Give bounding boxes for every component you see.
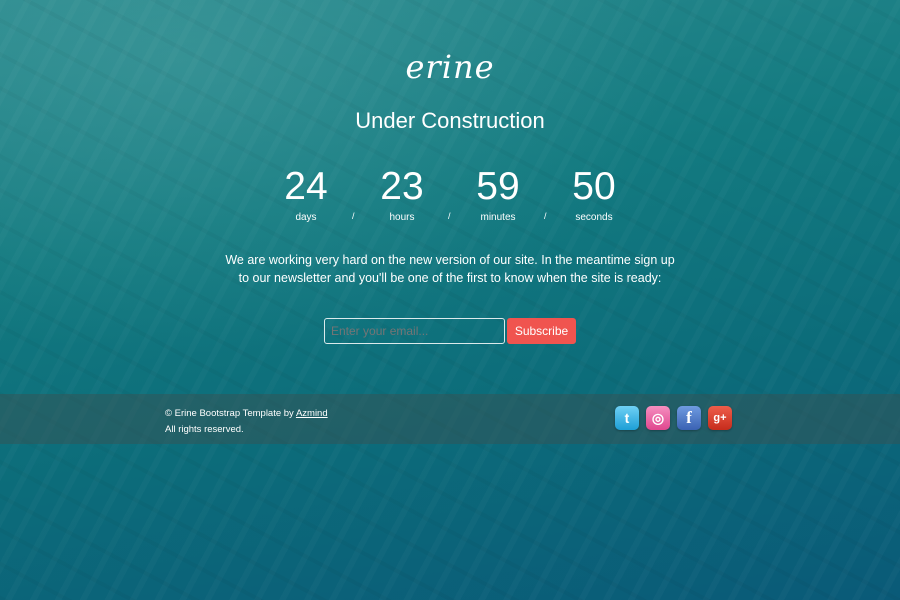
countdown-hours: 23 hours (372, 165, 432, 225)
twitter-icon[interactable]: t (615, 406, 639, 430)
footer: © Erine Bootstrap Template by Azmind All… (0, 394, 900, 444)
countdown-minutes-label: minutes (480, 212, 516, 223)
rights-text: All rights reserved. (165, 424, 244, 435)
countdown-hours-label: hours (389, 212, 415, 223)
countdown-hours-value: 23 (380, 165, 424, 208)
subscribe-button[interactable]: Subscribe (507, 318, 576, 344)
countdown-days-label: days (295, 212, 317, 223)
facebook-icon[interactable]: f (677, 406, 701, 430)
countdown-separator: / (352, 211, 355, 221)
dribbble-icon[interactable]: ◎ (646, 406, 670, 430)
page-title: Under Construction (355, 108, 545, 133)
countdown-minutes-value: 59 (476, 165, 520, 208)
countdown-seconds-value: 50 (572, 165, 616, 208)
background-texture (0, 0, 900, 600)
countdown-seconds-label: seconds (575, 212, 613, 223)
site-logo: erine (405, 48, 495, 86)
countdown-timer: 24 days / 23 hours / 59 minutes / 50 sec… (276, 165, 626, 225)
email-input[interactable] (324, 318, 505, 344)
intro-message: We are working very hard on the new vers… (225, 253, 675, 285)
footer-copyright: © Erine Bootstrap Template by Azmind All… (165, 406, 328, 438)
author-link[interactable]: Azmind (296, 408, 328, 419)
footer-credit-line: © Erine Bootstrap Template by Azmind (165, 406, 328, 422)
countdown-separator: / (544, 211, 547, 221)
countdown-days: 24 days (276, 165, 336, 225)
countdown-days-value: 24 (284, 165, 328, 208)
countdown-minutes: 59 minutes (468, 165, 528, 225)
countdown-seconds: 50 seconds (564, 165, 624, 225)
google-plus-icon[interactable]: g+ (708, 406, 732, 430)
countdown-separator: / (448, 211, 451, 221)
copyright-text: © Erine Bootstrap Template by (165, 408, 294, 419)
